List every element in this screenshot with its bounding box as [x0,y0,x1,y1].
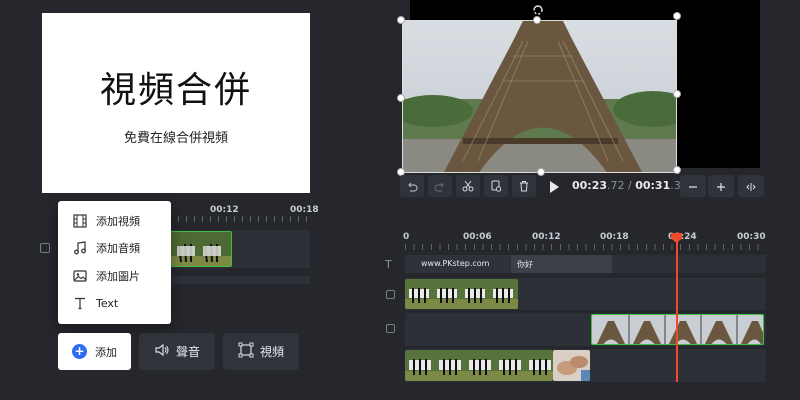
playback-controls: 00:23.72 / 00:31.38 [400,175,765,197]
video-track-icon [386,290,395,299]
menu-item-add-video[interactable]: 添加視頻 [58,207,171,235]
menu-item-add-audio[interactable]: 添加音頻 [58,235,171,263]
ruler-label: 00:18 [290,205,319,215]
current-time-fraction: .72 [607,179,625,192]
slide-subtitle: 免費在線合併視頻 [123,130,228,146]
video-track-icon [386,324,395,333]
video-clip-hands[interactable] [553,350,590,381]
text-clip[interactable]: www.PKstep.com [407,255,509,273]
undo-button[interactable] [400,175,424,197]
zebra-thumbnail-strip [405,279,518,309]
add-media-menu: 添加視頻 添加音頻 添加圖片 Text [58,201,171,324]
zoom-in-button[interactable] [708,175,734,197]
duplicate-icon [490,177,502,196]
video-button-label: 視頻 [259,345,284,359]
ruler-ticks [170,216,312,222]
zoom-out-button[interactable] [680,175,706,197]
rotate-icon[interactable] [531,0,545,15]
add-button-label: 添加 [95,345,117,359]
film-icon [72,213,88,229]
menu-item-label: 添加視頻 [96,214,140,228]
delete-button[interactable] [512,175,536,197]
text-clip[interactable]: 你好 [511,255,612,273]
ruler-ticks [405,244,765,250]
playback-time: 00:23.72 / 00:31.38 [572,179,688,192]
resize-handle[interactable] [533,16,541,24]
playhead-line[interactable] [676,238,678,382]
ruler-label: 00:30 [737,232,766,242]
plus-icon: + [72,344,87,359]
trash-icon [518,177,530,196]
menu-item-add-image[interactable]: 添加圖片 [58,262,171,290]
eiffel-thumbnail-strip [592,315,763,344]
video-clip-zebra[interactable] [405,279,518,309]
video-button[interactable]: 視頻 [223,333,299,370]
text-icon [72,295,88,311]
resize-handle[interactable] [397,16,405,24]
menu-item-label: Text [96,296,119,310]
add-button[interactable]: + 添加 [58,333,131,370]
video-clip-zebra[interactable] [170,231,232,267]
slide-title: 視頻合併 [99,69,252,111]
redo-icon [434,177,446,196]
sound-button-label: 聲音 [175,345,200,359]
text-track-label: T [385,258,392,271]
zebra-thumbnail-strip [405,350,553,381]
preview-image-eiffel[interactable] [402,20,677,173]
undo-icon [406,177,418,196]
total-time: 00:31 [635,179,671,192]
speaker-icon [154,342,170,361]
ruler-label: 00:12 [210,205,239,215]
eiffel-tower-image [403,21,676,172]
video-clip-zebra[interactable] [405,350,553,381]
fit-timeline-button[interactable] [738,175,764,197]
resize-handle[interactable] [673,12,681,20]
resize-handle[interactable] [397,94,405,102]
video-clip-eiffel[interactable] [591,314,764,345]
menu-item-label: 添加音頻 [96,242,140,256]
resize-handle[interactable] [673,90,681,98]
resize-handle[interactable] [673,166,681,174]
current-time: 00:23 [572,179,608,192]
redo-button[interactable] [428,175,452,197]
minus-icon [688,177,698,196]
timeline-ruler[interactable]: 0 00:06 00:12 00:18 00:24 00:30 [403,228,766,250]
duplicate-button[interactable] [484,175,508,197]
frame-icon [238,342,254,362]
ruler-label: 00:12 [532,232,561,242]
time-separator: / [624,179,636,192]
play-button[interactable] [548,179,560,198]
fit-width-icon [745,177,757,196]
image-icon [72,268,88,284]
sound-button[interactable]: 聲音 [139,333,215,370]
play-icon [548,179,560,198]
zebra-thumbnail [171,232,231,266]
hands-thumbnail [553,350,590,381]
split-button[interactable] [456,175,480,197]
plus-icon [716,177,726,196]
menu-item-add-text[interactable]: Text [58,290,171,318]
slide-preview-card[interactable]: 視頻合併 免費在線合併視頻 [42,13,310,193]
scissors-icon [462,177,474,196]
ruler-label: 0 [403,232,410,242]
left-timeline-ruler[interactable]: 00:12 00:18 [170,200,319,222]
ruler-label: 00:06 [463,232,492,242]
music-note-icon [72,240,88,256]
ruler-label: 00:18 [600,232,629,242]
track-type-icon [40,243,50,253]
menu-item-label: 添加圖片 [96,269,140,283]
